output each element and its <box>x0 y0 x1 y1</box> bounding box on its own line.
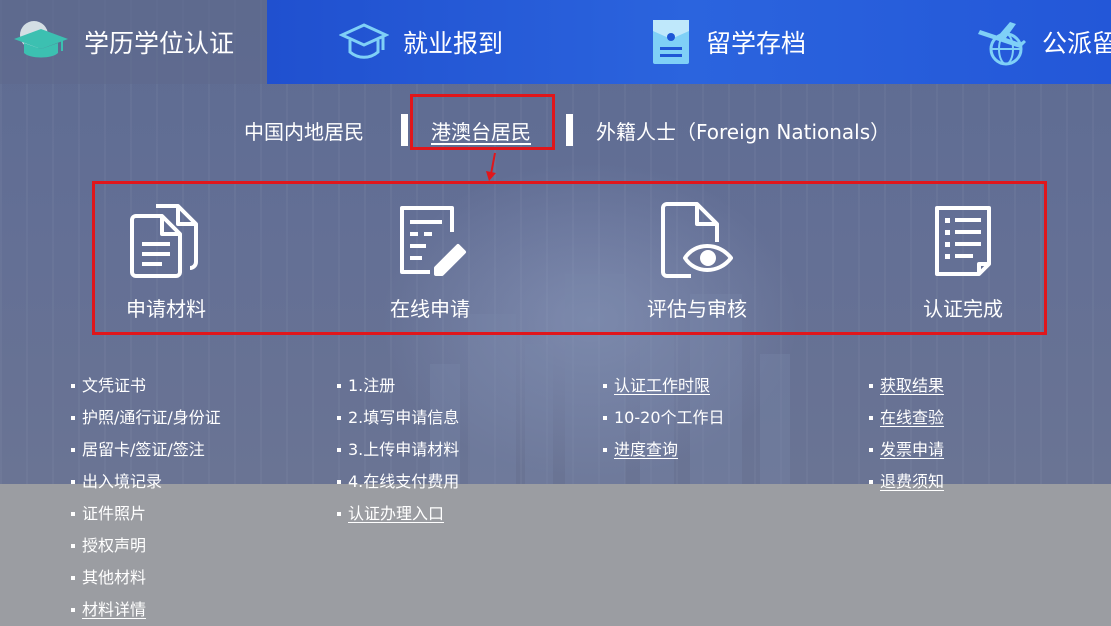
list-item-text: 居留卡/签证/签注 <box>82 440 205 459</box>
nav-tab-study-archive[interactable]: 留学存档 <box>500 0 806 84</box>
bullet <box>71 480 75 484</box>
apply-list: 1.注册 2.填写申请信息 3.上传申请材料 4.在线支付费用 认证办理入口 <box>337 370 459 530</box>
get-result-link[interactable]: 获取结果 <box>880 374 944 398</box>
arrow-down-icon <box>486 152 496 181</box>
nav-tab-label: 公派留学 <box>1042 29 1111 58</box>
list-item: 文凭证书 <box>71 370 221 402</box>
bullet <box>869 480 873 484</box>
bullet <box>603 384 607 388</box>
list-item-text: 其他材料 <box>82 568 147 587</box>
bullet <box>337 384 341 388</box>
step-label: 认证完成 <box>923 297 1003 321</box>
bullet <box>337 480 341 484</box>
highlight-box-selected-tab <box>410 94 555 150</box>
background-building <box>760 354 790 484</box>
bullet <box>71 608 75 612</box>
complete-list: 获取结果 在线查验 发票申请 退费须知 <box>869 370 944 498</box>
verification-entry-link[interactable]: 认证办理入口 <box>348 502 444 526</box>
list-item: 居留卡/签证/签注 <box>71 434 221 466</box>
list-item-text: 护照/通行证/身份证 <box>82 408 221 427</box>
bullet <box>71 448 75 452</box>
list-item: 材料详情 <box>71 594 221 626</box>
refund-notice-link[interactable]: 退费须知 <box>880 470 944 494</box>
tab-separator <box>566 114 573 146</box>
bullet <box>71 576 75 580</box>
list-item-text: 1.注册 <box>348 376 396 395</box>
list-item: 获取结果 <box>869 370 944 402</box>
online-verify-link[interactable]: 在线查验 <box>880 406 944 430</box>
form-edit-icon <box>330 195 530 285</box>
mortarboard-outline-icon <box>339 20 389 64</box>
archive-document-icon <box>650 17 692 67</box>
list-item-text: 出入境记录 <box>82 472 163 491</box>
list-item: 进度查询 <box>603 434 725 466</box>
bullet <box>71 544 75 548</box>
bullet <box>71 416 75 420</box>
list-item: 3.上传申请材料 <box>337 434 459 466</box>
graduation-cap-icon <box>12 19 70 65</box>
step-label: 申请材料 <box>126 297 206 321</box>
documents-icon <box>66 195 266 285</box>
step-evaluation-review[interactable]: 评估与审核 <box>597 195 797 322</box>
list-item: 2.填写申请信息 <box>337 402 459 434</box>
bullet <box>603 448 607 452</box>
list-item: 1.注册 <box>337 370 459 402</box>
list-item: 护照/通行证/身份证 <box>71 402 221 434</box>
nav-tab-degree-verification[interactable]: 学历学位认证 <box>0 0 267 84</box>
checklist-icon <box>863 195 1063 285</box>
nav-tab-government-study-abroad[interactable]: 公派留学 <box>806 0 1111 84</box>
list-item: 发票申请 <box>869 434 944 466</box>
list-item: 10-20个工作日 <box>603 402 725 434</box>
bullet <box>603 416 607 420</box>
list-item: 其他材料 <box>71 562 221 594</box>
list-item-text: 文凭证书 <box>82 376 147 395</box>
invoice-request-link[interactable]: 发票申请 <box>880 438 944 462</box>
list-item: 4.在线支付费用 <box>337 466 459 498</box>
list-item: 出入境记录 <box>71 466 221 498</box>
bullet <box>337 416 341 420</box>
list-item-text: 2.填写申请信息 <box>348 408 460 427</box>
list-item: 退费须知 <box>869 466 944 498</box>
document-eye-icon <box>597 195 797 285</box>
nav-tab-label: 学历学位认证 <box>84 29 235 58</box>
step-label: 评估与审核 <box>647 297 747 321</box>
nav-tab-label: 就业报到 <box>403 29 504 58</box>
list-item-text: 10-20个工作日 <box>614 408 725 427</box>
list-item-text: 3.上传申请材料 <box>348 440 460 459</box>
bullet <box>71 512 75 516</box>
bullet <box>869 448 873 452</box>
step-application-materials[interactable]: 申请材料 <box>66 195 266 322</box>
bullet <box>337 448 341 452</box>
bullet <box>337 512 341 516</box>
background-building <box>470 314 516 484</box>
bullet <box>71 384 75 388</box>
tab-foreign-nationals[interactable]: 外籍人士（Foreign Nationals） <box>596 116 890 145</box>
progress-query-link[interactable]: 进度查询 <box>614 438 678 462</box>
step-label: 在线申请 <box>390 297 470 321</box>
tab-mainland-residents[interactable]: 中国内地居民 <box>244 116 364 145</box>
list-item: 在线查验 <box>869 402 944 434</box>
list-item: 证件照片 <box>71 498 221 530</box>
top-nav: 学历学位认证 就业报到 留学存档 公派留 <box>0 0 1111 84</box>
list-item-text: 4.在线支付费用 <box>348 472 460 491</box>
bullet <box>869 384 873 388</box>
materials-list: 文凭证书 护照/通行证/身份证 居留卡/签证/签注 出入境记录 证件照片 授权声… <box>71 370 221 626</box>
list-item-text: 证件照片 <box>82 504 147 523</box>
list-item: 认证工作时限 <box>603 370 725 402</box>
step-online-application[interactable]: 在线申请 <box>330 195 530 322</box>
step-verification-complete[interactable]: 认证完成 <box>863 195 1063 322</box>
nav-tab-employment-report[interactable]: 就业报到 <box>267 0 504 84</box>
materials-details-link[interactable]: 材料详情 <box>82 598 146 622</box>
tab-separator <box>401 114 408 146</box>
list-item-text: 授权声明 <box>82 536 147 555</box>
review-list: 认证工作时限 10-20个工作日 进度查询 <box>603 370 725 466</box>
list-item: 授权声明 <box>71 530 221 562</box>
airplane-globe-icon <box>976 16 1028 68</box>
processing-time-link[interactable]: 认证工作时限 <box>614 374 710 398</box>
nav-tab-label: 留学存档 <box>706 29 807 58</box>
resident-type-tabs: 中国内地居民 港澳台居民 外籍人士（Foreign Nationals） <box>0 110 1111 152</box>
background-building <box>525 344 553 484</box>
list-item: 认证办理入口 <box>337 498 459 530</box>
bullet <box>869 416 873 420</box>
